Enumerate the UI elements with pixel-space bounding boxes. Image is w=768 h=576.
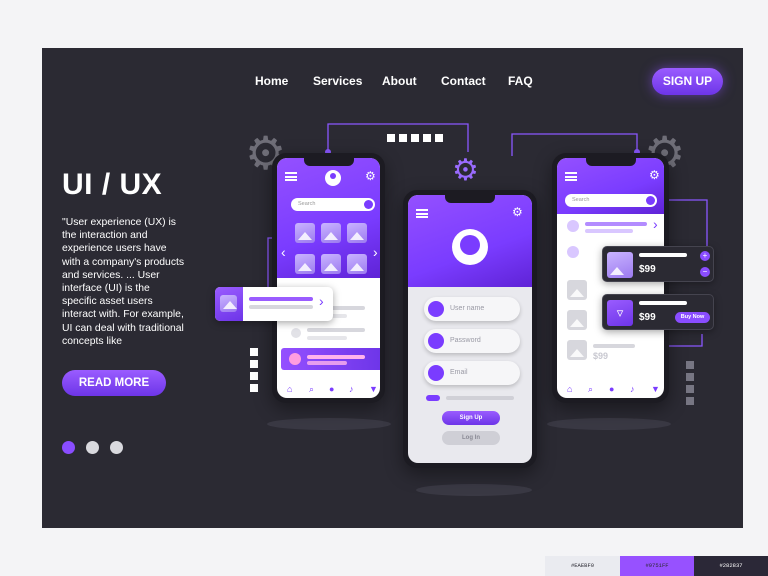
swatch-lavender: #EAEBF0 [545, 556, 620, 576]
chevron-left-icon[interactable]: ‹ [281, 244, 286, 260]
username-placeholder: User name [450, 305, 485, 312]
home-icon[interactable]: ⌂ [567, 384, 576, 394]
home-icon[interactable]: ⌂ [287, 384, 296, 394]
avatar-icon [330, 173, 336, 179]
product-image[interactable] [567, 340, 587, 360]
settings-icon[interactable]: ⚙ [512, 205, 523, 219]
bell-icon[interactable]: ♪ [630, 384, 639, 394]
image-icon [607, 252, 633, 278]
swatch-dark: #282837 [694, 556, 768, 576]
phone-left-screen: ⚙ Search ‹ › ⌂ ⌕ ● ♪ ▼ [277, 158, 380, 398]
password-field[interactable]: Password [424, 329, 520, 353]
pagination-dot[interactable] [86, 441, 99, 454]
product-card-1[interactable]: $99 + − [602, 246, 714, 282]
user-icon [428, 301, 444, 317]
remember-toggle[interactable] [426, 395, 440, 401]
read-more-button[interactable]: READ MORE [62, 370, 166, 396]
gear-icon: ⚙ [452, 154, 479, 187]
hero-title: UI / UX [62, 168, 163, 201]
nav-contact[interactable]: Contact [441, 74, 486, 88]
product-image[interactable] [567, 310, 587, 330]
buy-now-button[interactable]: Buy Now [675, 312, 710, 323]
signup-button[interactable]: SIGN UP [652, 68, 723, 95]
stage: ⚙ ⚙ ⚙ Home Services About Contact FAQ SI… [0, 0, 768, 576]
search-icon[interactable] [364, 200, 373, 209]
nav-about[interactable]: About [382, 74, 417, 88]
location-icon[interactable]: ● [609, 384, 618, 394]
cart-icon: ▿ [607, 300, 633, 326]
search-placeholder: Search [298, 201, 316, 207]
search-icon[interactable]: ⌕ [309, 384, 318, 394]
image-tile[interactable] [321, 254, 341, 274]
profile-icon [460, 235, 480, 255]
cart-icon[interactable]: ▼ [369, 384, 378, 394]
swatch-label: #282837 [719, 562, 743, 569]
image-icon [220, 295, 237, 312]
search-input[interactable]: Search [291, 198, 375, 211]
nav-home[interactable]: Home [255, 74, 288, 88]
username-field[interactable]: User name [424, 297, 520, 321]
menu-icon[interactable] [285, 172, 297, 181]
hero-card: ⚙ ⚙ ⚙ Home Services About Contact FAQ SI… [42, 48, 743, 528]
image-tile[interactable] [347, 254, 367, 274]
product-card-2[interactable]: ▿ $99 Buy Now [602, 294, 714, 330]
image-tile[interactable] [295, 223, 315, 243]
plus-icon[interactable]: + [700, 251, 710, 261]
product-price: $99 [593, 351, 609, 361]
search-input[interactable]: Search [565, 194, 657, 207]
product-price: $99 [639, 264, 656, 275]
minus-icon[interactable]: − [700, 267, 710, 277]
signup-button-phone[interactable]: Sign Up [442, 411, 500, 425]
product-image[interactable] [567, 280, 587, 300]
location-icon[interactable]: ● [329, 384, 338, 394]
top-nav: Home Services About Contact FAQ SIGN UP [42, 48, 743, 112]
settings-icon[interactable]: ⚙ [649, 168, 660, 182]
login-button-phone[interactable]: Log In [442, 431, 500, 445]
phone-center: ⚙ User name Password Email Sign Up Log I… [403, 190, 537, 468]
search-icon[interactable] [646, 196, 655, 205]
bottom-nav: ⌂ ⌕ ● ♪ ▼ [277, 380, 380, 398]
hero-description: "User experience (UX) is the interaction… [62, 217, 185, 347]
image-tile[interactable] [347, 223, 367, 243]
cart-icon[interactable]: ▼ [651, 384, 660, 394]
floating-image-card[interactable]: › [215, 287, 333, 321]
list-item-active[interactable] [281, 348, 380, 370]
email-placeholder: Email [450, 369, 468, 376]
phone-center-screen: ⚙ User name Password Email Sign Up Log I… [408, 195, 532, 463]
chevron-right-icon[interactable]: › [319, 293, 324, 309]
bell-icon[interactable]: ♪ [349, 384, 358, 394]
nav-faq[interactable]: FAQ [508, 74, 533, 88]
swatch-purple: #9751FF [620, 556, 694, 576]
search-placeholder: Search [572, 197, 590, 203]
settings-icon[interactable]: ⚙ [365, 169, 376, 183]
swatch-label: #EAEBF0 [570, 562, 595, 569]
image-tile[interactable] [295, 254, 315, 274]
pagination-dot[interactable] [110, 441, 123, 454]
pagination-dot-active[interactable] [62, 441, 75, 454]
lock-icon [428, 333, 444, 349]
lock-icon [428, 365, 444, 381]
swatch-label: #9751FF [645, 562, 669, 569]
menu-icon[interactable] [416, 209, 428, 218]
image-tile[interactable] [321, 223, 341, 243]
password-placeholder: Password [450, 337, 481, 344]
email-field[interactable]: Email [424, 361, 520, 385]
phone-left: ⚙ Search ‹ › ⌂ ⌕ ● ♪ ▼ [272, 153, 385, 403]
bottom-nav: ⌂ ⌕ ● ♪ ▼ [557, 380, 664, 398]
menu-icon[interactable] [565, 172, 577, 181]
chevron-right-icon[interactable]: › [373, 244, 378, 260]
chevron-right-icon[interactable]: › [653, 216, 658, 232]
nav-services[interactable]: Services [313, 74, 362, 88]
product-price: $99 [639, 312, 656, 323]
search-icon[interactable]: ⌕ [588, 384, 597, 394]
